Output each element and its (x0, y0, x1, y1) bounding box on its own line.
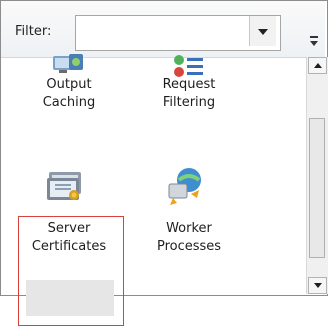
request-filtering-icon (174, 55, 203, 77)
feature-server-certificates[interactable]: Server Certificates (17, 170, 121, 256)
features-view: Output Caching Request Filtering Server … (1, 54, 307, 326)
selection-label-bg (26, 280, 114, 316)
scroll-down-button[interactable] (308, 277, 327, 294)
feature-output-caching[interactable]: Output Caching (17, 50, 121, 112)
vertical-scrollbar[interactable] (306, 57, 328, 294)
toolbar-overflow-icon[interactable] (304, 31, 324, 51)
server-certificates-icon (47, 172, 81, 200)
scroll-thumb[interactable] (309, 118, 325, 258)
output-caching-icon (53, 54, 83, 73)
feature-label: Certificates (31, 239, 107, 254)
feature-label: Filtering (162, 95, 216, 110)
feature-label: Server (47, 221, 91, 236)
feature-label: Caching (42, 95, 96, 110)
feature-request-filtering[interactable]: Request Filtering (137, 50, 241, 112)
filter-label: Filter: (15, 24, 52, 39)
feature-label: Processes (156, 239, 222, 254)
feature-label: Worker (166, 221, 212, 236)
scroll-up-button[interactable] (308, 57, 327, 74)
chevron-down-icon[interactable] (249, 16, 276, 46)
worker-processes-icon (168, 168, 201, 205)
feature-worker-processes[interactable]: Worker Processes (137, 168, 241, 256)
